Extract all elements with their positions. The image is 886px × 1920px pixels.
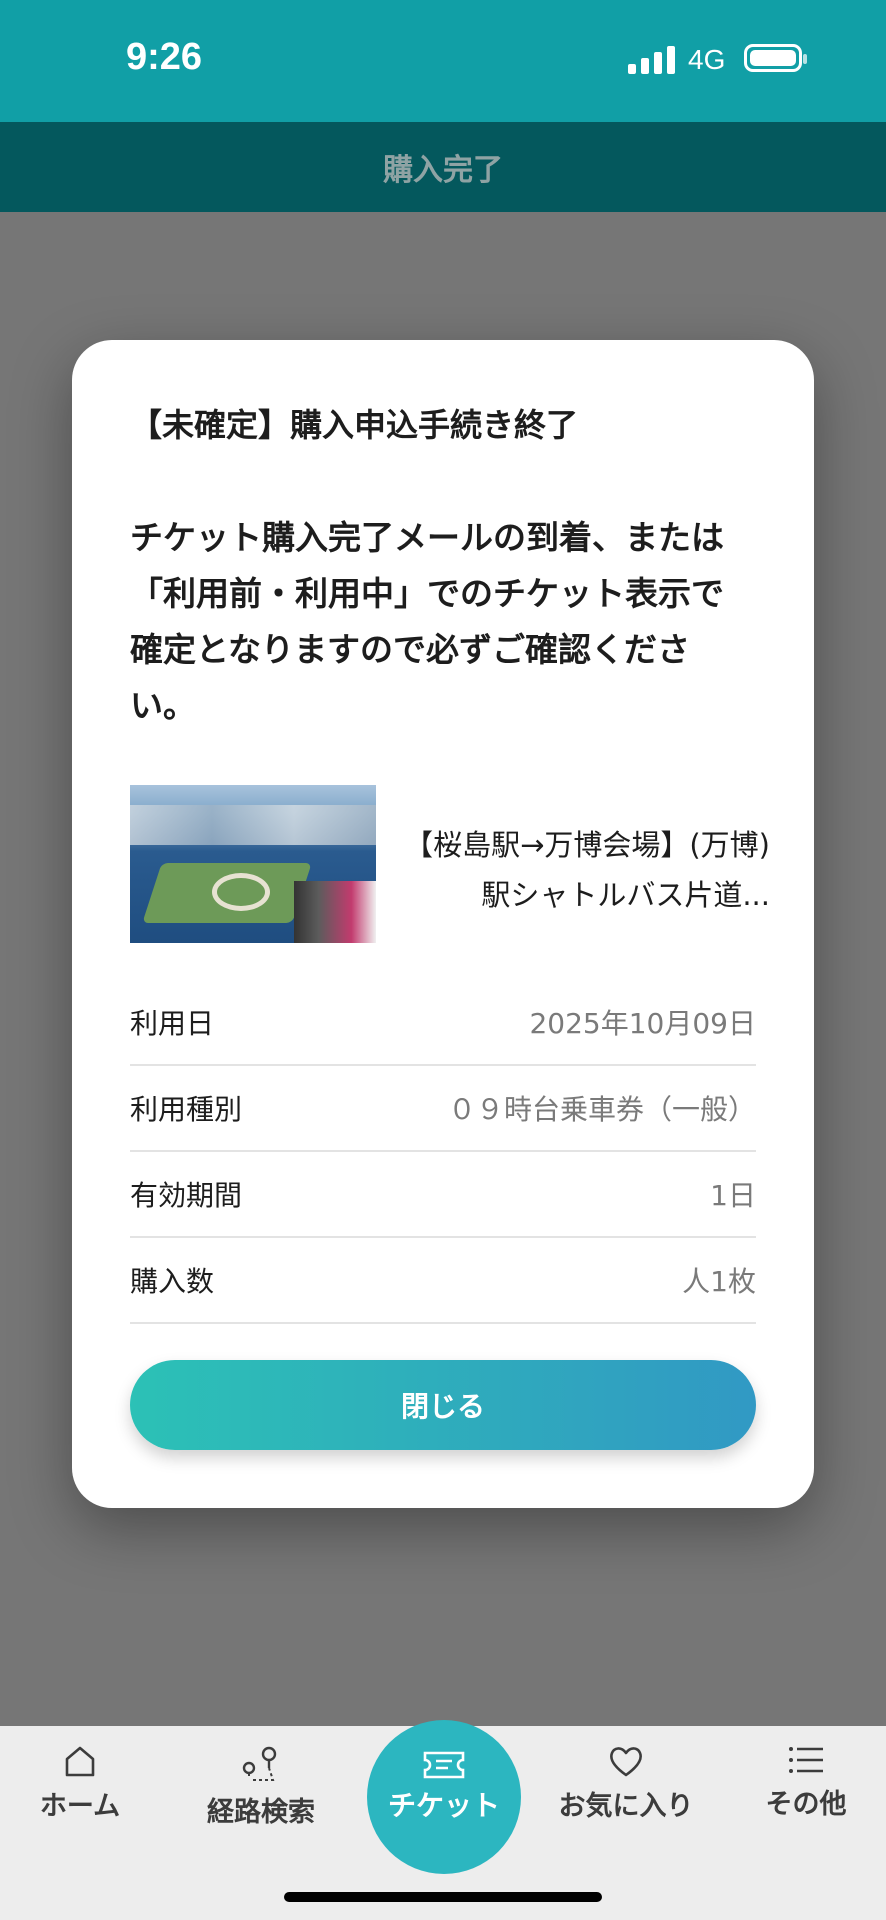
tab-label: 経路検索 <box>207 1797 315 1828</box>
battery-icon <box>744 44 807 72</box>
detail-label: 購入数 <box>130 1265 215 1298</box>
tab-label: ホーム <box>39 1791 121 1822</box>
tab-other[interactable]: その他 <box>726 1744 886 1821</box>
signal-icon <box>628 46 676 74</box>
status-time: 9:26 <box>126 36 203 78</box>
detail-row-quantity: 購入数 人1枚 <box>130 1238 756 1324</box>
tab-route-search[interactable]: 経路検索 <box>181 1744 341 1829</box>
tab-label: お気に入り <box>558 1791 694 1822</box>
heart-icon <box>610 1747 642 1777</box>
detail-value: 人1枚 <box>682 1265 756 1298</box>
page-header: 購入完了 <box>0 122 886 212</box>
purchase-complete-dialog: 【未確定】購入申込手続き終了 チケット購入完了メールの到着、または「利用前・利用… <box>72 340 814 1508</box>
tab-home[interactable]: ホーム <box>0 1744 160 1823</box>
tab-label: その他 <box>765 1789 847 1820</box>
detail-label: 有効期間 <box>130 1179 243 1212</box>
dialog-message: チケット購入完了メールの到着、または「利用前・利用中」でのチケット表示で確定とな… <box>130 518 724 725</box>
ticket-name: 【桜島駅→万博会場】(万博)駅シャトルバス片道... <box>404 828 770 912</box>
ticket-icon <box>423 1751 465 1779</box>
detail-value: 1日 <box>710 1179 756 1212</box>
route-search-icon <box>242 1746 277 1781</box>
tab-favorites[interactable]: お気に入り <box>546 1744 706 1823</box>
status-bar: 9:26 4G <box>0 0 886 122</box>
tab-label: チケット <box>387 1789 500 1822</box>
network-type: 4G <box>688 44 726 75</box>
menu-list-icon <box>789 1747 823 1773</box>
ticket-detail-list: 利用日 2025年10月09日 利用種別 ０９時台乗車券（一般） 有効期間 1日… <box>130 980 756 1324</box>
home-icon <box>65 1746 95 1777</box>
detail-value: 2025年10月09日 <box>529 1007 756 1040</box>
detail-label: 利用日 <box>130 1007 215 1040</box>
ticket-thumbnail-image <box>130 785 376 943</box>
tab-ticket[interactable]: チケット <box>367 1720 521 1874</box>
detail-value: ０９時台乗車券（一般） <box>447 1093 756 1126</box>
detail-label: 利用種別 <box>130 1093 243 1126</box>
detail-row-usage-date: 利用日 2025年10月09日 <box>130 980 756 1066</box>
dialog-title: 【未確定】購入申込手続き終了 <box>130 406 579 444</box>
detail-row-usage-type: 利用種別 ０９時台乗車券（一般） <box>130 1066 756 1152</box>
detail-row-validity: 有効期間 1日 <box>130 1152 756 1238</box>
bottom-tab-bar: ホーム 経路検索 チケット お気に入り その他 <box>0 1720 886 1920</box>
close-button[interactable]: 閉じる <box>130 1360 756 1450</box>
page-title: 購入完了 <box>383 153 503 188</box>
home-indicator[interactable] <box>284 1892 602 1902</box>
